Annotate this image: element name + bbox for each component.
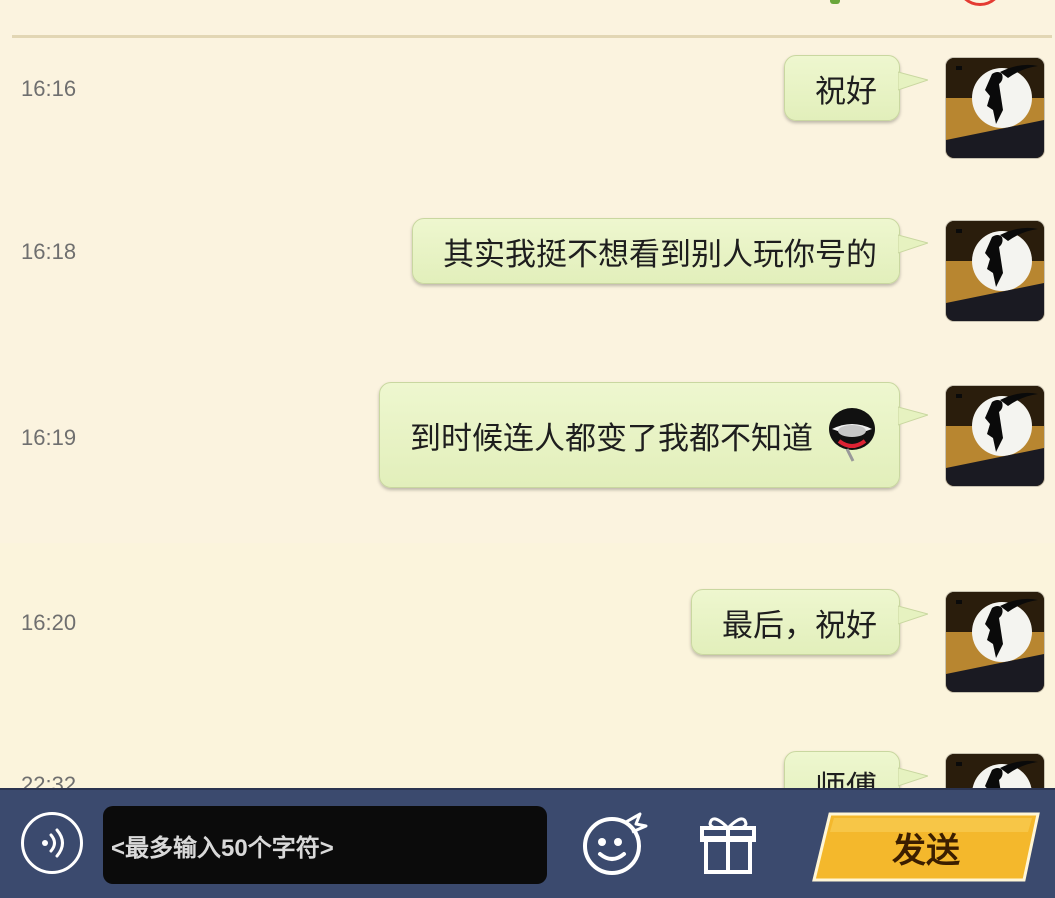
chat-background — [0, 543, 1055, 788]
send-button-label: 发送 — [892, 830, 960, 871]
message-bubble[interactable]: 最后，祝好 — [691, 589, 928, 655]
emoji-button[interactable] — [580, 808, 650, 878]
message-time: 16:16 — [21, 76, 77, 101]
message-text: 师傅 — [815, 769, 877, 789]
message-bubble[interactable]: 师傅 — [784, 751, 928, 789]
avatar[interactable] — [946, 592, 1044, 692]
message-time: 16:19 — [21, 425, 77, 450]
message-bubble[interactable]: 其实我挺不想看到别人玩你号的 — [412, 218, 928, 284]
mask-face-icon — [829, 408, 875, 462]
gift-icon — [700, 817, 756, 874]
message-time: 22:32 — [21, 772, 77, 788]
voice-button[interactable] — [21, 812, 83, 874]
status-indicator — [830, 0, 840, 4]
message-text: 最后，祝好 — [722, 607, 877, 644]
avatar[interactable] — [946, 754, 1044, 788]
chat-area[interactable]: 16:16 祝好 16:18 其实我挺不想看到别人玩你号的 16:19 到时候连… — [0, 38, 1055, 788]
message-time: 16:18 — [21, 239, 77, 264]
message-input[interactable]: <最多输入50个字符> — [103, 806, 547, 884]
top-strip — [0, 0, 1055, 38]
message-text: 其实我挺不想看到别人玩你号的 — [443, 236, 877, 273]
message-text: 到时候连人都变了我都不知道 — [410, 420, 813, 457]
close-icon[interactable] — [958, 0, 1002, 6]
smiley-icon — [583, 812, 648, 875]
avatar[interactable] — [946, 221, 1044, 321]
message-text: 祝好 — [815, 73, 877, 110]
message-input-placeholder: <最多输入50个字符> — [111, 834, 334, 862]
send-button[interactable]: 发送 — [812, 812, 1040, 882]
avatar[interactable] — [946, 386, 1044, 486]
voice-icon — [42, 828, 64, 858]
message-time: 16:20 — [21, 610, 77, 635]
input-toolbar: <最多输入50个字符> 发送 — [0, 788, 1055, 898]
avatar[interactable] — [946, 58, 1044, 158]
gift-button[interactable] — [700, 808, 756, 878]
message-bubble[interactable]: 到时候连人都变了我都不知道 — [379, 382, 928, 488]
message-bubble[interactable]: 祝好 — [784, 55, 928, 121]
